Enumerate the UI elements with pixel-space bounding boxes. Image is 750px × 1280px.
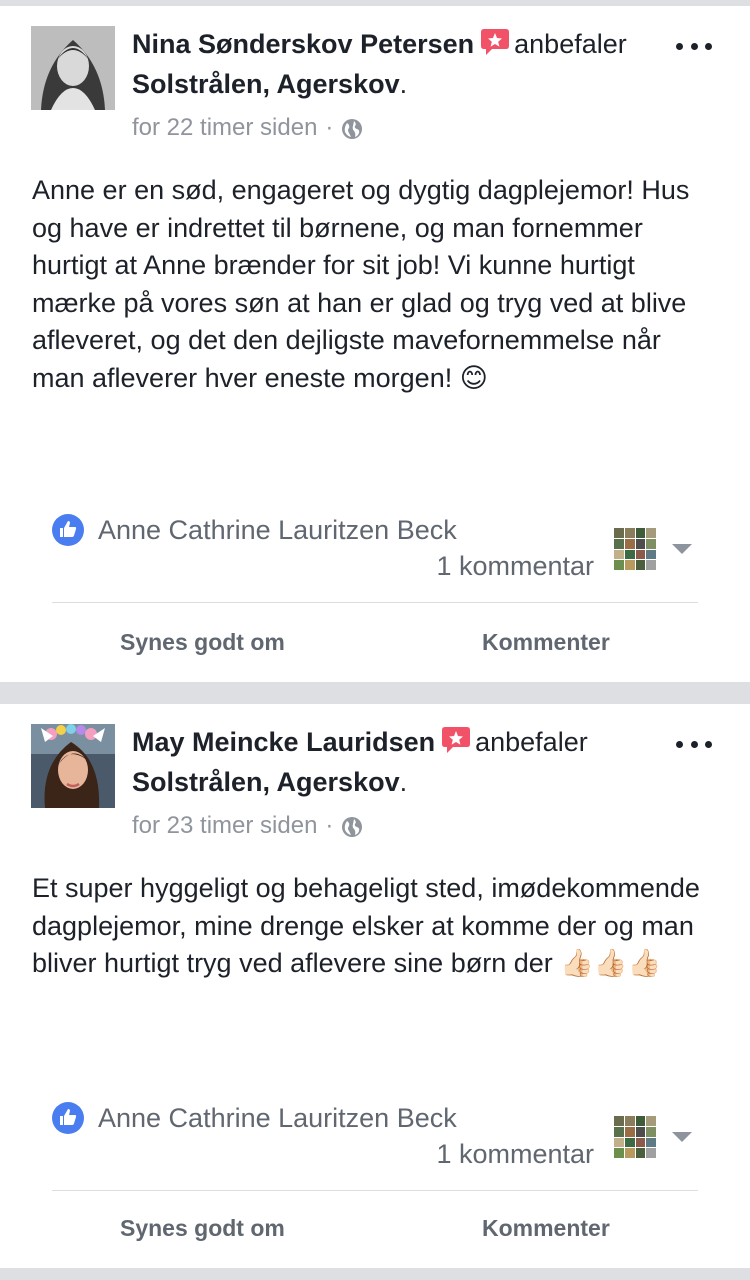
page-name[interactable]: Solstrålen, Agerskov [132,69,400,99]
recommendation-icon [481,29,510,55]
reaction-names[interactable]: Anne Cathrine Lauritzen Beck [98,510,457,550]
timestamp[interactable]: for 23 timer siden [132,812,317,839]
like-reaction-icon [52,514,84,546]
dot-icon [705,740,712,748]
reaction-summary[interactable]: Anne Cathrine Lauritzen Beck 1 kommentar [52,506,698,596]
page-suffix: . [399,767,408,797]
recommends-label: anbefaler [475,727,588,757]
author-name[interactable]: Nina Sønderskov Petersen [132,29,474,59]
separator: · [325,812,334,839]
comment-button[interactable]: Kommenter [482,624,610,660]
post-meta: for 23 timer siden · [132,808,363,844]
separator: · [325,114,334,141]
timestamp[interactable]: for 22 timer siden [132,114,317,141]
author-name[interactable]: May Meincke Lauridsen [132,727,435,757]
recommendation-icon [442,727,471,753]
dot-icon [676,740,683,748]
reaction-names[interactable]: Anne Cathrine Lauritzen Beck [98,1098,457,1138]
dot-icon [690,740,698,748]
post-header: May Meincke Lauridsen anbefaler Solstråle… [132,722,652,802]
post-text: Anne er en sød, engageret og dygtig dagp… [32,175,690,393]
avatar[interactable] [31,26,115,110]
like-button[interactable]: Synes godt om [120,1210,285,1246]
avatar[interactable] [31,724,115,808]
comment-count[interactable]: 1 kommentar [436,1134,594,1174]
globe-icon [342,119,363,139]
like-reaction-icon [52,1102,84,1134]
dot-icon [705,42,712,50]
reaction-summary[interactable]: Anne Cathrine Lauritzen Beck 1 kommentar [52,1094,698,1184]
dot-icon [676,42,683,50]
page-name[interactable]: Solstrålen, Agerskov [132,767,400,797]
globe-icon [342,817,363,837]
page-thumbnail[interactable] [614,1116,656,1158]
post-card: Nina Sønderskov Petersen anbefaler Solstr… [0,6,750,682]
post-header: Nina Sønderskov Petersen anbefaler Solstr… [132,24,652,104]
comment-count[interactable]: 1 kommentar [436,546,594,586]
recommends-label: anbefaler [514,29,627,59]
chevron-down-icon[interactable] [672,544,692,554]
dot-icon [690,42,698,50]
post-card: May Meincke Lauridsen anbefaler Solstråle… [0,704,750,1268]
more-options-button[interactable] [676,36,712,56]
comment-button[interactable]: Kommenter [482,1210,610,1246]
divider [52,602,698,603]
more-options-button[interactable] [676,734,712,754]
divider [52,1190,698,1191]
page-thumbnail[interactable] [614,528,656,570]
post-meta: for 22 timer siden · [132,110,363,146]
chevron-down-icon[interactable] [672,1132,692,1142]
like-button[interactable]: Synes godt om [120,624,285,660]
post-text: Et super hyggeligt og behageligt sted, i… [32,873,700,979]
page-suffix: . [399,69,408,99]
